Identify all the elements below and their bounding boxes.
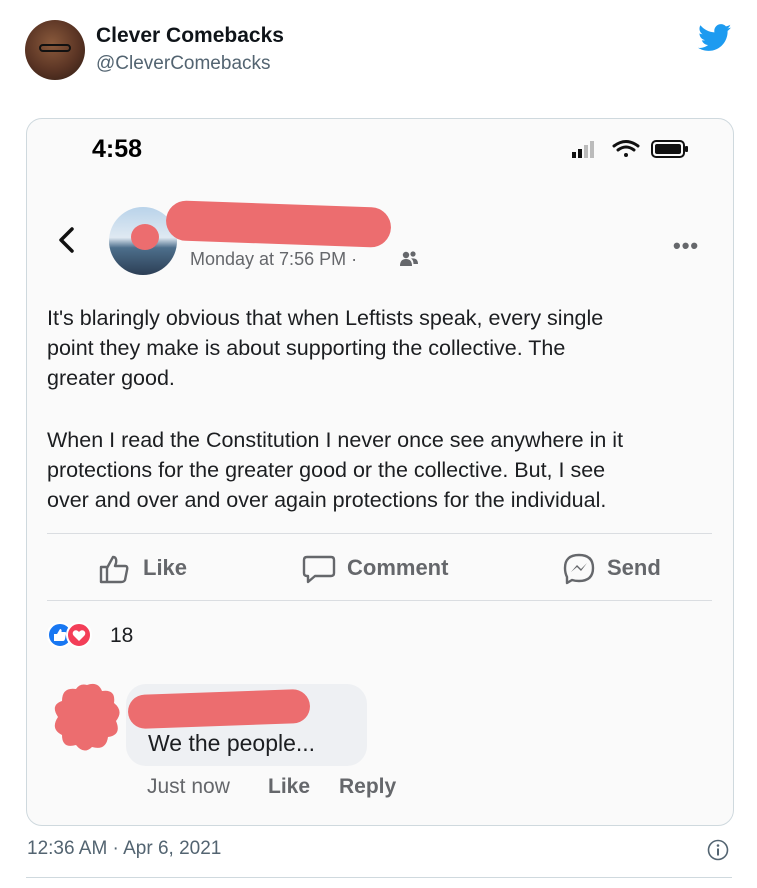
tweet-timestamp[interactable]: 12:36 AM · Apr 6, 2021 [27, 838, 221, 860]
like-label: Like [143, 555, 188, 580]
battery-icon [651, 140, 688, 158]
messenger-icon [563, 553, 595, 585]
reaction-count[interactable]: 18 [110, 624, 133, 648]
send-label: Send [607, 555, 661, 580]
signal-icon [572, 141, 594, 158]
post-text-line: greater good. [47, 366, 175, 390]
post-text-line: over and over and over again protections… [47, 488, 607, 512]
thumbs-up-icon [99, 555, 129, 584]
info-icon[interactable] [707, 839, 729, 861]
redacted-commenter-name [127, 688, 311, 730]
divider [47, 533, 712, 534]
commenter-avatar-redacted[interactable] [50, 681, 124, 753]
comment-reply-link[interactable]: Reply [339, 775, 396, 799]
comment-like-link[interactable]: Like [268, 775, 310, 799]
avatar-glasses [39, 44, 71, 52]
like-button[interactable]: Like [98, 552, 198, 586]
divider [26, 877, 732, 878]
post-text-line: protections for the greater good or the … [47, 458, 606, 482]
back-chevron-icon[interactable] [56, 226, 78, 254]
twitter-bird-icon[interactable] [698, 24, 732, 52]
comment-text: We the people... [148, 730, 316, 756]
love-reaction-icon [66, 622, 92, 648]
comment-bubble-icon [302, 555, 336, 584]
comment-label: Comment [347, 555, 449, 580]
post-text-line: When I read the Constitution I never onc… [47, 428, 624, 452]
status-bar-icons [572, 140, 688, 158]
friends-audience-icon [400, 251, 418, 266]
author-handle[interactable]: @CleverComebacks [96, 53, 271, 75]
author-display-name[interactable]: Clever Comebacks [96, 24, 284, 48]
comment-button[interactable]: Comment [302, 552, 472, 586]
post-text-line: point they make is about supporting the … [47, 336, 566, 360]
author-avatar[interactable] [25, 20, 85, 80]
redaction-mark [131, 224, 159, 250]
wifi-icon [612, 140, 640, 157]
send-button[interactable]: Send [562, 552, 672, 586]
reactions-icons[interactable] [47, 622, 107, 648]
post-timestamp[interactable]: Monday at 7:56 PM · [190, 249, 357, 270]
status-bar-time: 4:58 [92, 135, 143, 163]
more-options-icon[interactable]: ••• [673, 233, 699, 259]
redacted-author-name [165, 200, 392, 248]
comment-time: Just now [147, 775, 230, 798]
post-text-line: It's blaringly obvious that when Leftist… [47, 306, 604, 330]
divider [47, 600, 712, 601]
